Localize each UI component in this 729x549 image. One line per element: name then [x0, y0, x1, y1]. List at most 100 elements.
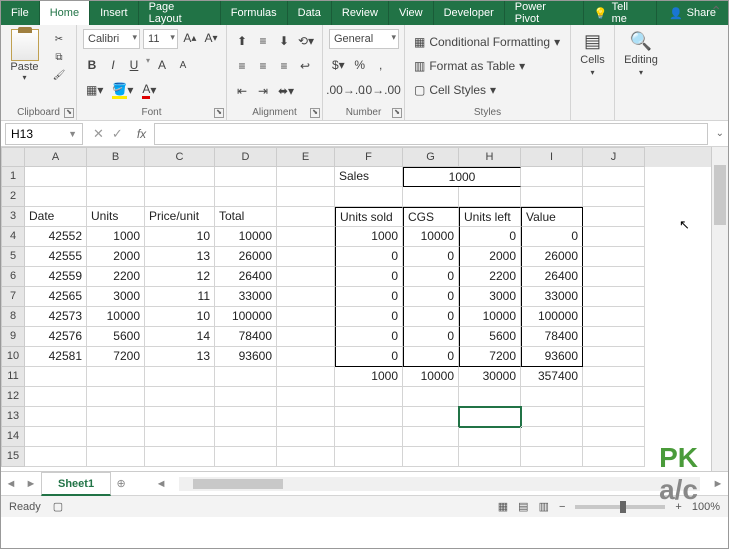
cell-F8[interactable]: 0: [335, 307, 403, 327]
cell-A14[interactable]: [25, 427, 87, 447]
cell-G3[interactable]: CGS: [403, 207, 459, 227]
align-middle-button[interactable]: ≡: [254, 32, 272, 50]
tab-insert[interactable]: Insert: [90, 1, 139, 25]
cell-G8[interactable]: 0: [403, 307, 459, 327]
cell-G10[interactable]: 0: [403, 347, 459, 367]
col-header-E[interactable]: E: [277, 147, 335, 167]
col-header-B[interactable]: B: [87, 147, 145, 167]
cell-A13[interactable]: [25, 407, 87, 427]
cell-G9[interactable]: 0: [403, 327, 459, 347]
page-layout-view-button[interactable]: ▤: [518, 500, 528, 513]
collapse-ribbon-icon[interactable]: ⌃: [710, 3, 722, 20]
cell-C8[interactable]: 10: [145, 307, 215, 327]
currency-button[interactable]: $▾: [329, 56, 348, 74]
cell-C1[interactable]: [145, 167, 215, 187]
cell-F4[interactable]: 1000: [335, 227, 403, 247]
cell-C2[interactable]: [145, 187, 215, 207]
cell-I15[interactable]: [521, 447, 583, 467]
row-header-11[interactable]: 11: [1, 367, 25, 387]
cell-H13[interactable]: [459, 407, 521, 427]
normal-view-button[interactable]: ▦: [498, 500, 508, 513]
cell-D1[interactable]: [215, 167, 277, 187]
align-top-button[interactable]: ⬆: [233, 32, 251, 50]
enter-formula-icon[interactable]: ✓: [112, 126, 123, 142]
row-header-10[interactable]: 10: [1, 347, 25, 367]
cell-D2[interactable]: [215, 187, 277, 207]
cell-H5[interactable]: 2000: [459, 247, 521, 267]
cell-D15[interactable]: [215, 447, 277, 467]
cell-B12[interactable]: [87, 387, 145, 407]
cell-A11[interactable]: [25, 367, 87, 387]
cell-H8[interactable]: 10000: [459, 307, 521, 327]
cell-A15[interactable]: [25, 447, 87, 467]
cell-C14[interactable]: [145, 427, 215, 447]
hscroll-left[interactable]: ◄: [151, 474, 171, 494]
cell-F5[interactable]: 0: [335, 247, 403, 267]
row-header-9[interactable]: 9: [1, 327, 25, 347]
tab-page-layout[interactable]: Page Layout: [139, 1, 221, 25]
row-header-13[interactable]: 13: [1, 407, 25, 427]
cell-G11[interactable]: 10000: [403, 367, 459, 387]
cell-C6[interactable]: 12: [145, 267, 215, 287]
col-header-D[interactable]: D: [215, 147, 277, 167]
align-center-button[interactable]: ≡: [254, 57, 272, 75]
cell-E6[interactable]: [277, 267, 335, 287]
cell-A6[interactable]: 42559: [25, 267, 87, 287]
cell-D3[interactable]: Total: [215, 207, 277, 227]
decrease-indent-button[interactable]: ⇤: [233, 82, 251, 100]
cell-H4[interactable]: 0: [459, 227, 521, 247]
cell-A8[interactable]: 42573: [25, 307, 87, 327]
cell-J11[interactable]: [583, 367, 645, 387]
cell-F13[interactable]: [335, 407, 403, 427]
paste-button[interactable]: Paste ▾: [7, 29, 42, 85]
cell-C10[interactable]: 13: [145, 347, 215, 367]
zoom-slider[interactable]: [575, 505, 665, 509]
cell-E12[interactable]: [277, 387, 335, 407]
cell-D7[interactable]: 33000: [215, 287, 277, 307]
cell-C7[interactable]: 11: [145, 287, 215, 307]
cell-E7[interactable]: [277, 287, 335, 307]
row-header-8[interactable]: 8: [1, 307, 25, 327]
cell-J4[interactable]: [583, 227, 645, 247]
font-name-select[interactable]: Calibri: [83, 29, 140, 49]
cell-J14[interactable]: [583, 427, 645, 447]
cell-A12[interactable]: [25, 387, 87, 407]
italic-button[interactable]: I: [104, 56, 122, 74]
cell-B2[interactable]: [87, 187, 145, 207]
cell-D13[interactable]: [215, 407, 277, 427]
format-painter-button[interactable]: 🖌: [50, 67, 68, 83]
cell-G5[interactable]: 0: [403, 247, 459, 267]
cell-E15[interactable]: [277, 447, 335, 467]
number-dialog-launcher[interactable]: ⬊: [392, 108, 402, 118]
cell-F11[interactable]: 1000: [335, 367, 403, 387]
row-header-2[interactable]: 2: [1, 187, 25, 207]
cell-A9[interactable]: 42576: [25, 327, 87, 347]
cell-G15[interactable]: [403, 447, 459, 467]
cell-G6[interactable]: 0: [403, 267, 459, 287]
cell-I4[interactable]: 0: [521, 227, 583, 247]
row-header-3[interactable]: 3: [1, 207, 25, 227]
cell-A10[interactable]: 42581: [25, 347, 87, 367]
cell-C12[interactable]: [145, 387, 215, 407]
cell-I13[interactable]: [521, 407, 583, 427]
merge-button[interactable]: ⬌▾: [275, 82, 297, 100]
macro-record-icon[interactable]: ▢: [53, 500, 63, 513]
row-header-14[interactable]: 14: [1, 427, 25, 447]
cell-styles-button[interactable]: ▢Cell Styles▾: [411, 81, 564, 99]
tab-power-pivot[interactable]: Power Pivot: [505, 1, 584, 25]
tab-view[interactable]: View: [389, 1, 434, 25]
cell-D12[interactable]: [215, 387, 277, 407]
cell-F12[interactable]: [335, 387, 403, 407]
align-right-button[interactable]: ≡: [275, 57, 293, 75]
cell-E1[interactable]: [277, 167, 335, 187]
cell-I7[interactable]: 33000: [521, 287, 583, 307]
editing-menu-button[interactable]: 🔍 Editing ▾: [621, 29, 661, 79]
row-header-12[interactable]: 12: [1, 387, 25, 407]
cell-A5[interactable]: 42555: [25, 247, 87, 267]
cell-I10[interactable]: 93600: [521, 347, 583, 367]
cell-J6[interactable]: [583, 267, 645, 287]
cell-I2[interactable]: [521, 187, 583, 207]
col-header-J[interactable]: J: [583, 147, 645, 167]
page-break-view-button[interactable]: ▥: [539, 500, 549, 513]
col-header-H[interactable]: H: [459, 147, 521, 167]
